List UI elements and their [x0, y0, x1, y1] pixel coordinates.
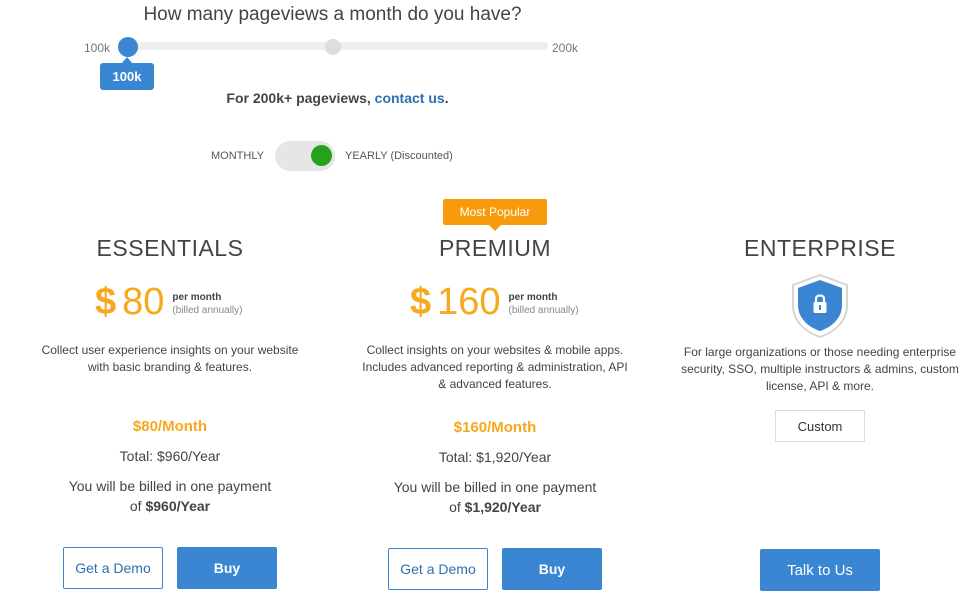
- plan-desc-line: with basic branding & features.: [87, 360, 253, 374]
- plan-desc-line: For large organizations or those needing…: [683, 345, 957, 359]
- buy-button-essentials[interactable]: Buy: [177, 547, 277, 589]
- billed-annually-label: (billed annually): [172, 305, 243, 316]
- pageviews-slider-handle[interactable]: [118, 37, 138, 57]
- plan-desc-line: Collect insights on your websites & mobi…: [366, 343, 624, 357]
- currency-symbol: $: [95, 281, 117, 323]
- billed-amount: $1,920/Year: [464, 499, 541, 515]
- billed-note-essentials: You will be billed in one payment of $96…: [40, 476, 300, 516]
- billed-amount-line: of $960/Year: [40, 496, 300, 516]
- plan-desc-essentials: Collect user experience insights on your…: [20, 342, 320, 376]
- most-popular-badge: Most Popular: [443, 199, 547, 231]
- price-meta: per month (billed annually): [172, 292, 242, 316]
- contact-us-link[interactable]: contact us: [375, 90, 445, 106]
- price-premium: $ 160 per month (billed annually): [410, 283, 579, 321]
- plan-desc-line: security, SSO, multiple instructors & ad…: [681, 362, 959, 376]
- plan-title-essentials: ESSENTIALS: [96, 235, 244, 261]
- pageviews-question: How many pageviews a month do you have?: [143, 4, 522, 25]
- billed-amount: $960/Year: [145, 498, 211, 514]
- month-price-premium: $160/Month: [453, 419, 537, 436]
- plan-desc-line: Collect user experience insights on your…: [41, 343, 299, 357]
- contact-text: For 200k+ pageviews,: [226, 90, 371, 106]
- price-amount: 160: [437, 281, 501, 323]
- buy-button-premium[interactable]: Buy: [502, 548, 602, 590]
- plan-desc-line: & advanced features.: [438, 377, 552, 391]
- custom-button[interactable]: Custom: [775, 410, 865, 442]
- currency-symbol: $: [410, 281, 432, 323]
- billed-amount-line: of $1,920/Year: [365, 497, 625, 517]
- billed-prefix: You will be billed in one payment: [68, 478, 272, 494]
- price-essentials: $ 80 per month (billed annually): [95, 283, 242, 321]
- price-amount: 80: [122, 281, 165, 323]
- total-essentials: Total: $960/Year: [119, 448, 221, 464]
- plan-desc-line: Includes advanced reporting & administra…: [362, 360, 628, 374]
- talk-to-us-button[interactable]: Talk to Us: [760, 549, 880, 591]
- slider-mid-marker[interactable]: [325, 39, 341, 55]
- plan-title-enterprise: ENTERPRISE: [744, 235, 896, 261]
- total-premium: Total: $1,920/Year: [438, 449, 552, 465]
- get-demo-button-essentials[interactable]: Get a Demo: [63, 547, 163, 589]
- plan-desc-line: license, API & more.: [765, 379, 875, 393]
- billing-toggle-knob[interactable]: [311, 145, 332, 166]
- price-meta: per month (billed annually): [509, 292, 579, 316]
- toggle-yearly-label[interactable]: YEARLY (Discounted): [345, 150, 453, 162]
- shield-lock-icon: [789, 273, 851, 339]
- toggle-monthly-label[interactable]: MONTHLY: [211, 150, 264, 162]
- per-month-label: per month: [172, 292, 222, 303]
- slider-min-label: 100k: [84, 41, 111, 55]
- month-price-essentials: $80/Month: [132, 418, 208, 435]
- contact-line: For 200k+ pageviews, contact us.: [0, 90, 675, 106]
- billed-of: of: [449, 499, 461, 515]
- get-demo-button-premium[interactable]: Get a Demo: [388, 548, 488, 590]
- slider-value-tooltip: 100k: [100, 57, 154, 90]
- billed-annually-label: (billed annually): [508, 305, 579, 316]
- billed-of: of: [129, 498, 142, 514]
- billed-note-premium: You will be billed in one payment of $1,…: [365, 477, 625, 517]
- per-month-label: per month: [508, 292, 558, 303]
- plan-desc-enterprise: For large organizations or those needing…: [670, 344, 966, 395]
- contact-suffix: .: [444, 90, 449, 106]
- plan-desc-premium: Collect insights on your websites & mobi…: [345, 342, 645, 393]
- slider-max-label: 200k: [552, 41, 579, 55]
- plan-title-premium: PREMIUM: [438, 235, 552, 261]
- billed-prefix: You will be billed in one payment: [393, 479, 597, 495]
